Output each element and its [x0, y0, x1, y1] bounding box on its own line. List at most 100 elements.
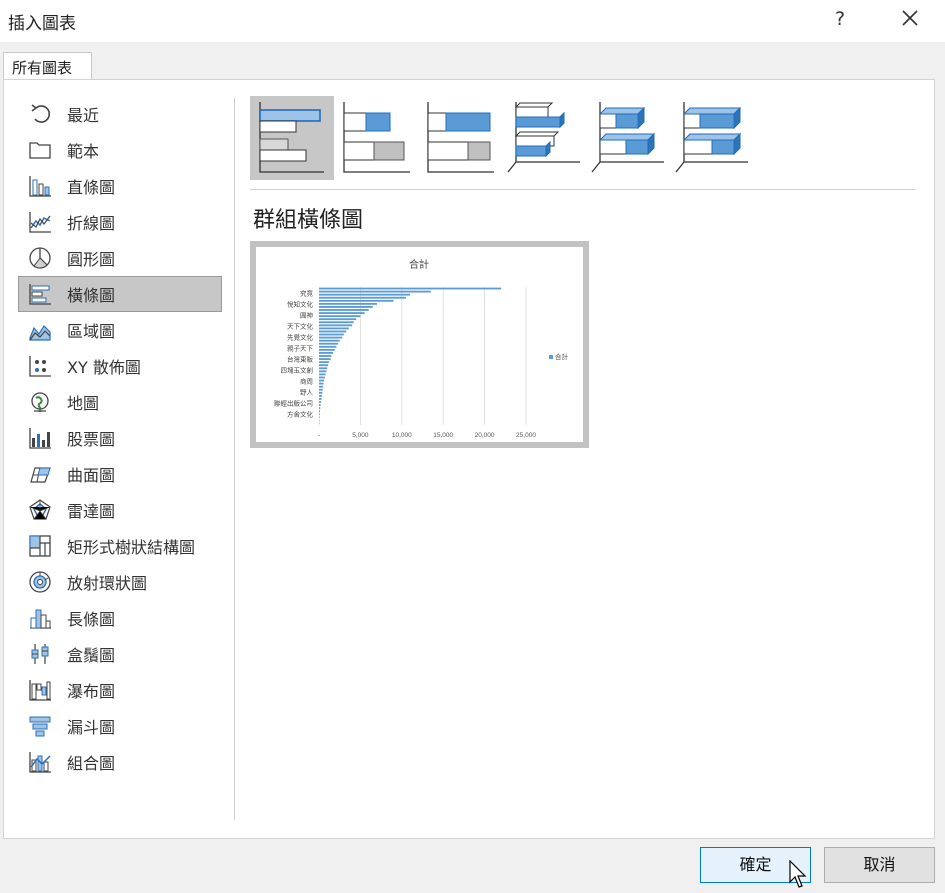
sidebar-item-stock[interactable]: 股票圖 — [18, 420, 222, 456]
subtype-clustered-bar-3d[interactable] — [502, 96, 586, 180]
subtype-stacked-bar-100-3d[interactable] — [670, 96, 754, 180]
x-tick-label: 5,000 — [352, 432, 369, 439]
sidebar-item-recent[interactable]: 最近 — [18, 96, 222, 132]
bar — [319, 376, 325, 379]
sunburst-icon — [27, 569, 53, 595]
treemap-icon — [27, 533, 53, 559]
sidebar-item-label: 放射環狀圖 — [67, 574, 148, 593]
bar — [319, 413, 320, 416]
mouse-cursor-icon — [789, 860, 807, 888]
x-tick-label: 25,000 — [516, 432, 536, 439]
tab-all-charts[interactable]: 所有圖表 — [3, 52, 92, 80]
sidebar-item-pie[interactable]: 圓形圖 — [18, 240, 222, 276]
chart-preview[interactable]: 合計 - 5,000 10,000 15,000 20,000 25,000 究竟 悅知文化 圓神… — [250, 241, 589, 448]
waterfall-icon — [27, 677, 53, 703]
cancel-button[interactable]: 取消 — [824, 847, 935, 883]
sidebar-item-histogram[interactable]: 長條圖 — [18, 600, 222, 636]
bar — [319, 388, 323, 391]
close-button[interactable] — [893, 4, 927, 34]
stacked-bar-100-icon — [427, 102, 494, 173]
category-label: 圓神 — [300, 311, 313, 320]
sidebar-item-map[interactable]: 地圖 — [18, 384, 222, 420]
chart-title: 合計 — [409, 258, 429, 271]
bar — [319, 385, 324, 388]
bar-chart-icon — [27, 281, 53, 307]
sidebar-item-label: 圓形圖 — [67, 250, 116, 269]
bar — [319, 342, 339, 345]
pie-chart-icon — [27, 245, 53, 271]
sidebar-item-column[interactable]: 直條圖 — [18, 168, 222, 204]
column-chart-icon — [27, 173, 53, 199]
line-chart-icon — [27, 209, 53, 235]
sidebar-item-surface[interactable]: 曲面圖 — [18, 456, 222, 492]
x-tick-label: 20,000 — [475, 432, 495, 439]
sidebar-item-scatter[interactable]: XY 散佈圖 — [18, 348, 222, 384]
sidebar-item-radar[interactable]: 雷達圖 — [18, 492, 222, 528]
category-label: 台灣東販 — [287, 355, 314, 364]
gallery-divider — [250, 189, 916, 190]
sidebar-item-treemap[interactable]: 矩形式樹狀結構圖 — [18, 528, 222, 564]
bar — [319, 361, 329, 364]
box-whisker-icon — [27, 641, 53, 667]
map-globe-icon — [27, 389, 53, 415]
legend-swatch — [549, 355, 553, 359]
clustered-bar-icon — [259, 102, 324, 173]
category-label: 悅知文化 — [287, 300, 314, 309]
template-folder-icon — [27, 137, 53, 163]
stacked-bar-3d-icon — [591, 102, 664, 173]
sidebar-item-funnel[interactable]: 漏斗圖 — [18, 708, 222, 744]
sidebar-item-waterfall[interactable]: 瀑布圖 — [18, 672, 222, 708]
close-icon — [902, 10, 918, 26]
x-tick-label: 10,000 — [392, 432, 412, 439]
sidebar-item-box-whisker[interactable]: 盒鬚圖 — [18, 636, 222, 672]
category-label: 先覺文化 — [287, 333, 314, 342]
subtype-stacked-bar[interactable] — [334, 96, 418, 180]
bar — [319, 299, 394, 302]
chart-panel: 最近 範本 直條圖 折線圖 圓形圖 橫條圖 區域圖 XY 散佈圖 地圖 股票圖 … — [3, 79, 935, 839]
bar — [319, 339, 340, 342]
bar — [319, 330, 347, 333]
bar — [319, 401, 322, 403]
sidebar-item-label: 區域圖 — [67, 322, 116, 341]
subtype-stacked-bar-100[interactable] — [418, 96, 502, 180]
sidebar-item-combo[interactable]: 組合圖 — [18, 744, 222, 780]
bar — [319, 309, 369, 311]
category-label: 親子天下 — [287, 344, 314, 353]
surface-chart-icon — [27, 461, 53, 487]
subtype-stacked-bar-3d[interactable] — [586, 96, 670, 180]
bar — [319, 355, 332, 357]
combo-chart-icon — [27, 749, 53, 775]
bar — [319, 370, 327, 373]
subtype-clustered-bar[interactable] — [250, 96, 334, 180]
sidebar-item-label: 直條圖 — [67, 178, 116, 197]
help-button[interactable]: ? — [826, 4, 854, 34]
chart-preview-canvas: 合計 - 5,000 10,000 15,000 20,000 25,000 究竟 悅知文化 圓神… — [256, 247, 583, 442]
sidebar-item-line[interactable]: 折線圖 — [18, 204, 222, 240]
sidebar-item-label: 瀑布圖 — [67, 682, 116, 701]
bar — [319, 348, 335, 351]
bar — [319, 398, 322, 400]
bar — [319, 327, 349, 330]
radar-chart-icon — [27, 497, 53, 523]
sidebar-item-label: 盒鬚圖 — [67, 646, 116, 665]
sidebar-item-label: 長條圖 — [67, 610, 116, 629]
histogram-icon — [27, 605, 53, 631]
bar — [319, 404, 321, 406]
sidebar-item-sunburst[interactable]: 放射環狀圖 — [18, 564, 222, 600]
dialog-title: 插入圖表 — [8, 14, 76, 34]
sidebar-item-label: 曲面圖 — [67, 466, 116, 485]
sidebar-item-label: 矩形式樹狀結構圖 — [67, 538, 196, 557]
bar — [319, 367, 328, 370]
stacked-bar-icon — [343, 102, 410, 173]
bar — [319, 321, 354, 324]
funnel-icon — [27, 713, 53, 739]
bar — [319, 373, 326, 376]
sidebar-item-templates[interactable]: 範本 — [18, 132, 222, 168]
sidebar-item-label: 範本 — [67, 142, 100, 161]
bar — [319, 287, 502, 290]
preview-chart-svg: 合計 - 5,000 10,000 15,000 20,000 25,000 究竟悅知文化圓神… — [274, 258, 569, 439]
bar — [319, 336, 343, 339]
sidebar-item-area[interactable]: 區域圖 — [18, 312, 222, 348]
category-label: 野人 — [300, 389, 314, 397]
sidebar-item-bar[interactable]: 橫條圖 — [18, 276, 222, 312]
